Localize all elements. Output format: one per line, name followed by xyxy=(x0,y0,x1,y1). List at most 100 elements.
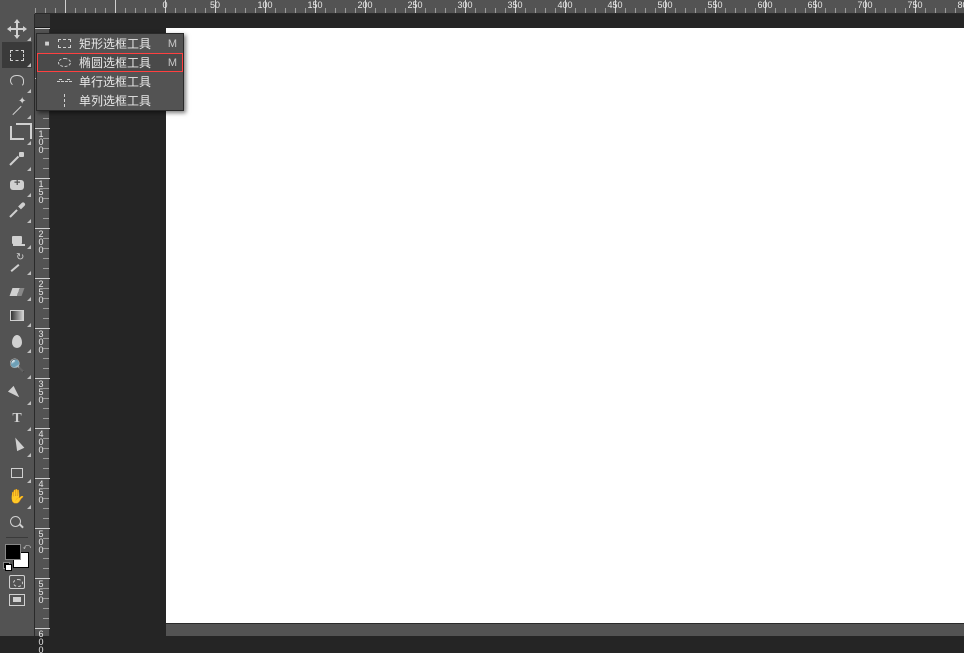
marquee-tool[interactable] xyxy=(2,42,32,68)
blur-icon xyxy=(12,335,22,348)
zoom-tool[interactable] xyxy=(2,510,32,536)
brush-icon xyxy=(8,202,26,220)
flyout-item-ellipse-marquee[interactable]: 椭圆选框工具 M xyxy=(37,53,183,72)
flyout-indicator-icon xyxy=(27,193,31,197)
ruler-tick-label: 350 xyxy=(507,0,522,10)
hand-tool[interactable]: ✋ xyxy=(2,484,32,510)
wand-icon xyxy=(8,98,26,116)
brush-tool[interactable] xyxy=(2,198,32,224)
flyout-item-rect-marquee[interactable]: ■矩形选框工具M xyxy=(37,34,183,53)
eraser-tool[interactable] xyxy=(2,276,32,302)
col-marquee-icon xyxy=(55,94,73,108)
canvas[interactable] xyxy=(166,28,964,623)
shape-icon xyxy=(11,468,23,478)
crop-tool[interactable] xyxy=(2,120,32,146)
ruler-tick-minor xyxy=(43,138,49,139)
type-icon: T xyxy=(8,410,26,428)
ruler-tick-label: 100 xyxy=(257,0,272,10)
history-brush-tool[interactable] xyxy=(2,250,32,276)
ruler-tick-label: 200 xyxy=(36,229,46,253)
ruler-tick-minor xyxy=(43,398,49,399)
path-icon xyxy=(8,436,26,454)
screen-mode-button[interactable] xyxy=(9,594,25,606)
flyout-item-shortcut: M xyxy=(168,57,177,69)
quick-mask-toggle[interactable] xyxy=(9,575,25,589)
ruler-tick-label: 400 xyxy=(557,0,572,10)
ruler-tick-minor xyxy=(43,368,49,369)
ellipse-marquee-icon xyxy=(55,56,73,70)
magic-wand-tool[interactable] xyxy=(2,94,32,120)
ruler-tick-minor xyxy=(43,208,49,209)
tools-panel: T ✋ ⤺ xyxy=(0,14,35,636)
ruler-tick-minor xyxy=(43,408,49,409)
ruler-tick-minor xyxy=(43,188,49,189)
marquee-icon xyxy=(10,50,24,61)
pen-icon xyxy=(8,384,26,402)
flyout-item-label: 椭圆选框工具 xyxy=(79,54,158,71)
ruler-tick-minor xyxy=(43,608,49,609)
move-tool[interactable] xyxy=(2,16,32,42)
flyout-item-row-marquee[interactable]: 单行选框工具 xyxy=(37,72,183,91)
ruler-tick-label: 750 xyxy=(907,0,922,10)
foreground-color-swatch[interactable] xyxy=(5,544,21,560)
flyout-item-col-marquee[interactable]: 单列选框工具 xyxy=(37,91,183,110)
healing-brush-tool[interactable] xyxy=(2,172,32,198)
ruler-tick-minor xyxy=(43,268,49,269)
ruler-tick-minor xyxy=(43,218,49,219)
horizontal-ruler[interactable]: 0501001502002503003504004505005506006507… xyxy=(35,0,964,14)
ruler-tick-minor xyxy=(43,148,49,149)
flyout-indicator-icon xyxy=(27,219,31,223)
ruler-tick-label: 650 xyxy=(807,0,822,10)
eyedropper-tool[interactable] xyxy=(2,146,32,172)
stamp-icon xyxy=(12,236,22,244)
gradient-tool[interactable] xyxy=(2,302,32,328)
ruler-tick-label: 450 xyxy=(607,0,622,10)
clone-stamp-tool[interactable] xyxy=(2,224,32,250)
shape-tool[interactable] xyxy=(2,458,32,484)
ruler-tick-minor xyxy=(43,318,49,319)
ruler-tick-minor xyxy=(43,308,49,309)
ruler-tick-minor xyxy=(43,258,49,259)
flyout-indicator-icon xyxy=(27,401,31,405)
type-tool[interactable]: T xyxy=(2,406,32,432)
flyout-indicator-icon xyxy=(27,167,31,171)
flyout-item-label: 单列选框工具 xyxy=(79,92,167,109)
ruler-tick-minor xyxy=(43,338,49,339)
ruler-tick-minor xyxy=(43,488,49,489)
ruler-tick-minor xyxy=(43,418,49,419)
blur-tool[interactable] xyxy=(2,328,32,354)
ruler-tick-major xyxy=(35,28,50,29)
lasso-tool[interactable] xyxy=(2,68,32,94)
ruler-tick-label: 350 xyxy=(36,379,46,403)
flyout-indicator-icon xyxy=(27,479,31,483)
marquee-tool-flyout: ■ 矩形选框工具 M椭圆选框工具 M单行选框工具单列选框工具 xyxy=(36,33,184,111)
checkmark-icon: ■ xyxy=(43,39,51,48)
ruler-tick-minor xyxy=(43,508,49,509)
dodge-tool[interactable] xyxy=(2,354,32,380)
flyout-indicator-icon xyxy=(27,37,31,41)
dodge-icon xyxy=(8,358,26,376)
flyout-item-label: 矩形选框工具 xyxy=(79,35,158,52)
ruler-tick-label: 50 xyxy=(210,0,220,10)
flyout-indicator-icon xyxy=(27,453,31,457)
ruler-tick-minor xyxy=(43,388,49,389)
ruler-tick-label: 400 xyxy=(36,429,46,453)
eraser-icon xyxy=(10,288,25,296)
ruler-tick-minor xyxy=(43,518,49,519)
pen-tool[interactable] xyxy=(2,380,32,406)
horizontal-scrollbar[interactable] xyxy=(166,623,964,636)
swap-colors-icon[interactable]: ⤺ xyxy=(22,542,31,552)
ruler-tick-minor xyxy=(43,558,49,559)
ruler-tick-label: 300 xyxy=(457,0,472,10)
ruler-tick-minor xyxy=(43,298,49,299)
move-icon xyxy=(8,20,26,38)
ruler-tick-minor xyxy=(43,568,49,569)
path-selection-tool[interactable] xyxy=(2,432,32,458)
color-swatches[interactable]: ⤺ xyxy=(3,542,31,570)
ruler-tick-minor xyxy=(43,238,49,239)
vertical-ruler[interactable]: 50100150200250300350400450500550600 xyxy=(35,28,50,636)
default-colors-icon[interactable] xyxy=(3,562,11,570)
ruler-tick-label: 100 xyxy=(36,129,46,153)
ruler-tick-minor xyxy=(43,118,49,119)
ruler-tick-minor xyxy=(43,538,49,539)
